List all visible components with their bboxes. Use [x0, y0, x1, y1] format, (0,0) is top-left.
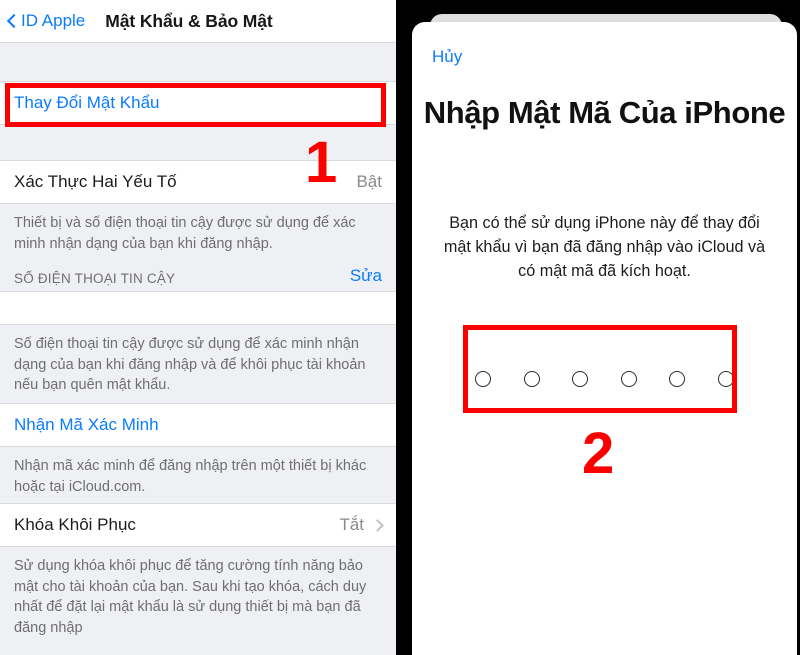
settings-list[interactable]: Thay Đổi Mật Khẩu Xác Thực Hai Yếu Tố Bậ… — [0, 43, 396, 655]
footnote-trusted-phone: Số điện thoại tin cậy được sử dụng để xá… — [0, 325, 396, 403]
passcode-dot[interactable] — [669, 371, 686, 387]
passcode-input[interactable] — [475, 371, 734, 387]
row-two-factor-value: Bật — [356, 172, 382, 191]
passcode-sheet: Hủy Nhập Mật Mã Của iPhone Bạn có thể sử… — [412, 22, 797, 655]
navigation-bar: ID Apple Mật Khẩu & Bảo Mật — [0, 0, 396, 43]
page-title: Mật Khẩu & Bảo Mật — [105, 10, 273, 31]
passcode-sheet-screen: Hủy Nhập Mật Mã Của iPhone Bạn có thể sử… — [412, 0, 800, 655]
list-spacer-1 — [0, 125, 396, 160]
chevron-right-icon — [373, 518, 382, 532]
footnote-recovery-key: Sử dụng khóa khôi phục để tăng cường tín… — [0, 547, 396, 636]
row-recovery-key-label: Khóa Khôi Phục — [14, 515, 136, 534]
chevron-left-icon — [7, 13, 17, 29]
sheet-title: Nhập Mật Mã Của iPhone — [423, 95, 786, 130]
row-recovery-key-value-text: Tắt — [339, 515, 364, 534]
row-recovery-key-value: Tắt — [339, 515, 382, 535]
row-two-factor[interactable]: Xác Thực Hai Yếu Tố Bật — [0, 160, 396, 204]
cancel-button[interactable]: Hủy — [432, 47, 462, 67]
back-button-label: ID Apple — [21, 11, 86, 30]
row-get-verification-code-label: Nhận Mã Xác Minh — [14, 415, 159, 434]
list-spacer-top — [0, 43, 396, 81]
settings-screen: ID Apple Mật Khẩu & Bảo Mật Thay Đổi Mật… — [0, 0, 396, 655]
footnote-get-verification-code: Nhận mã xác minh để đăng nhập trên một t… — [0, 447, 396, 503]
edit-trusted-phone-button[interactable]: Sửa — [350, 266, 382, 286]
screenshot-root: ID Apple Mật Khẩu & Bảo Mật Thay Đổi Mật… — [0, 0, 800, 655]
row-two-factor-label: Xác Thực Hai Yếu Tố — [14, 172, 177, 191]
row-recovery-key[interactable]: Khóa Khôi Phục Tắt — [0, 503, 396, 547]
footnote-two-factor: Thiết bị và số điện thoại tin cậy được s… — [0, 204, 396, 260]
passcode-dot[interactable] — [717, 371, 734, 387]
row-change-password-label: Thay Đổi Mật Khẩu — [14, 93, 160, 112]
row-change-password[interactable]: Thay Đổi Mật Khẩu — [0, 81, 396, 125]
sheet-description: Bạn có thể sử dụng iPhone này để thay đổ… — [443, 214, 766, 280]
passcode-dot[interactable] — [475, 371, 491, 387]
back-button[interactable]: ID Apple — [0, 11, 85, 31]
group-header-trusted-phone: SỐ ĐIỆN THOẠI TIN CẬY Sửa — [0, 260, 396, 291]
passcode-dot[interactable] — [620, 371, 637, 387]
row-get-verification-code[interactable]: Nhận Mã Xác Minh — [0, 403, 396, 447]
passcode-dot[interactable] — [523, 371, 540, 387]
group-header-label: SỐ ĐIỆN THOẠI TIN CẬY — [14, 271, 176, 286]
passcode-dot[interactable] — [572, 371, 589, 387]
row-trusted-phone-empty[interactable] — [0, 291, 396, 325]
